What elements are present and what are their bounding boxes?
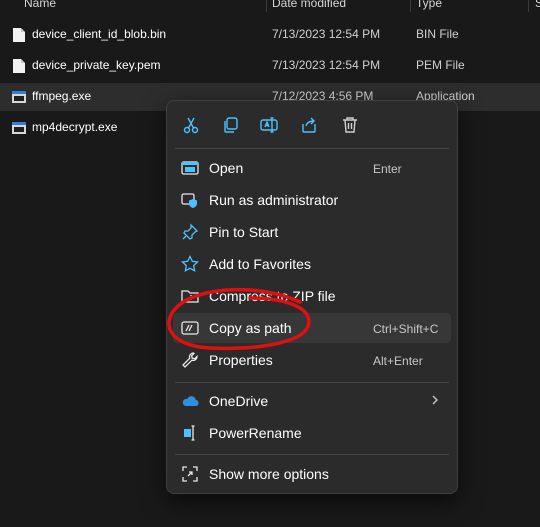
menu-item-label: Open [209, 160, 244, 176]
file-icon [13, 28, 25, 42]
menu-separator [175, 382, 449, 383]
pin-icon [182, 223, 199, 240]
menu-item-label: Compress to ZIP file [209, 288, 336, 304]
column-divider[interactable] [528, 0, 529, 12]
file-icon [13, 59, 25, 73]
menu-item-pin-to-start[interactable]: Pin to Start [173, 217, 451, 247]
menu-item-shortcut: Ctrl+Shift+C [373, 322, 439, 336]
file-type: PEM File [416, 58, 465, 72]
menu-item-label: Run as administrator [209, 192, 339, 208]
file-date: 7/13/2023 12:54 PM [272, 27, 381, 41]
context-menu: Open Enter Run as administrator Pin to S… [166, 100, 458, 494]
column-header: Name Date modified Type S [0, 0, 540, 12]
menu-item-open[interactable]: Open Enter [173, 153, 451, 183]
application-icon [12, 91, 26, 103]
menu-item-label: PowerRename [209, 425, 302, 441]
column-divider[interactable] [266, 0, 267, 12]
menu-item-label: Show more options [209, 466, 329, 482]
menu-item-label: Copy as path [209, 320, 292, 336]
cloud-icon [182, 396, 199, 407]
column-date-header[interactable]: Date modified [272, 0, 346, 10]
more-options-icon [182, 466, 198, 482]
rename-button[interactable] [255, 111, 283, 139]
column-type-header[interactable]: Type [416, 0, 442, 10]
copy-button[interactable] [216, 111, 244, 139]
file-name: mp4decrypt.exe [32, 120, 118, 134]
star-icon [181, 255, 199, 273]
application-icon [12, 122, 26, 134]
shield-icon [181, 193, 197, 208]
menu-item-label: Add to Favorites [209, 256, 311, 272]
copy-path-icon [181, 321, 199, 335]
menu-item-powerrename[interactable]: PowerRename [173, 418, 451, 448]
share-button[interactable] [295, 111, 323, 139]
chevron-right-icon [432, 395, 438, 405]
menu-separator [175, 454, 449, 455]
menu-item-run-as-administrator[interactable]: Run as administrator [173, 185, 451, 215]
rename-icon [260, 117, 278, 133]
column-size-header[interactable]: S [535, 0, 540, 10]
file-row[interactable]: device_private_key.pem 7/13/2023 12:54 P… [0, 52, 540, 80]
menu-item-label: Pin to Start [209, 224, 279, 240]
file-name: device_client_id_blob.bin [32, 27, 167, 41]
cut-button[interactable] [177, 111, 205, 139]
file-name: ffmpeg.exe [32, 89, 92, 103]
menu-item-compress-to-zip[interactable]: Compress to ZIP file [173, 281, 451, 311]
menu-separator [175, 148, 449, 149]
menu-item-shortcut: Alt+Enter [373, 354, 423, 368]
menu-item-label: OneDrive [209, 393, 269, 409]
menu-item-onedrive[interactable]: OneDrive [173, 386, 451, 416]
column-divider[interactable] [410, 0, 411, 12]
delete-icon [343, 117, 357, 133]
file-type: BIN File [416, 27, 459, 41]
copy-icon [224, 117, 238, 133]
zip-folder-icon [181, 290, 199, 303]
wrench-icon [182, 352, 198, 368]
menu-item-shortcut: Enter [373, 162, 402, 176]
delete-button[interactable] [336, 111, 364, 139]
menu-item-show-more-options[interactable]: Show more options [173, 459, 451, 489]
menu-item-label: Properties [209, 352, 273, 368]
cut-icon [183, 117, 199, 134]
column-name-header[interactable]: Name [24, 0, 56, 10]
file-name: device_private_key.pem [32, 58, 161, 72]
file-date: 7/13/2023 12:54 PM [272, 58, 381, 72]
menu-item-properties[interactable]: Properties Alt+Enter [173, 345, 451, 375]
menu-item-copy-as-path[interactable]: Copy as path Ctrl+Shift+C [173, 313, 451, 343]
file-row[interactable]: device_client_id_blob.bin 7/13/2023 12:5… [0, 21, 540, 49]
menu-item-add-to-favorites[interactable]: Add to Favorites [173, 249, 451, 279]
open-icon [181, 161, 199, 175]
power-rename-icon [184, 425, 195, 441]
share-icon [302, 117, 316, 133]
